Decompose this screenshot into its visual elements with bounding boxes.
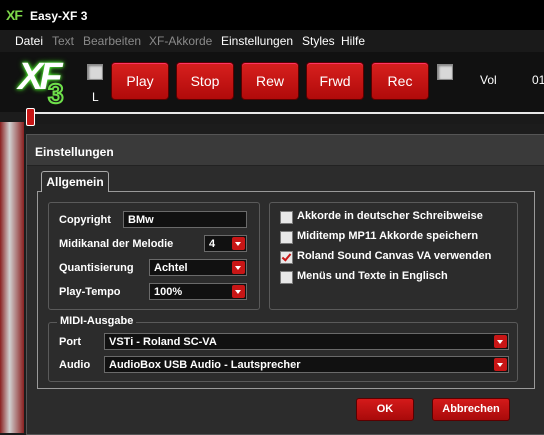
menu-text[interactable]: Text [52, 34, 74, 48]
quantisierung-select[interactable]: Achtel [149, 259, 247, 276]
audio-label: Audio [59, 359, 91, 371]
cancel-button[interactable]: Abbrechen [432, 398, 510, 421]
chevron-down-icon[interactable] [494, 335, 507, 348]
volume-label: Vol [480, 73, 497, 87]
option-label-roland: Roland Sound Canvas VA verwenden [297, 250, 492, 262]
audio-value: AudioBox USB Audio - Lautsprecher [109, 359, 301, 371]
play-tempo-select[interactable]: 100% [149, 283, 247, 300]
title-bar: XF Easy-XF 3 [0, 0, 544, 30]
dialog-title: Einstellungen [35, 145, 114, 159]
copyright-label: Copyright [59, 214, 111, 226]
window-title: Easy-XF 3 [30, 9, 88, 23]
tab-panel-allgemein: Copyright BMw Midikanal der Melodie 4 Qu… [37, 191, 535, 389]
port-select[interactable]: VSTi - Roland SC-VA [104, 333, 509, 350]
midi-output-legend: MIDI-Ausgabe [57, 315, 137, 327]
general-settings-group: Copyright BMw Midikanal der Melodie 4 Qu… [48, 202, 260, 310]
play-button[interactable]: Play [111, 62, 169, 100]
forward-button[interactable]: Frwd [306, 62, 364, 100]
audio-select[interactable]: AudioBox USB Audio - Lautsprecher [104, 356, 509, 373]
menu-bearbeiten[interactable]: Bearbeiten [83, 34, 141, 48]
midi-output-group: MIDI-Ausgabe Port VSTi - Roland SC-VA Au… [48, 315, 518, 382]
option-checkbox-englisch[interactable] [280, 271, 293, 284]
position-slider-track[interactable] [30, 112, 544, 124]
rewind-button[interactable]: Rew [241, 62, 299, 100]
l-label: L [92, 90, 99, 104]
menu-hilfe[interactable]: Hilfe [341, 34, 365, 48]
volume-value: 01 [532, 73, 544, 87]
play-tempo-value: 100% [154, 286, 183, 298]
menu-datei[interactable]: Datei [15, 34, 43, 48]
tab-allgemein[interactable]: Allgemein [41, 171, 109, 192]
midikanal-select[interactable]: 4 [204, 235, 247, 252]
menu-bar: Datei Text Bearbeiten XF-Akkorde Einstel… [0, 30, 544, 52]
position-slider-handle[interactable] [26, 108, 35, 126]
midikanal-label: Midikanal der Melodie [59, 238, 174, 250]
chevron-down-icon[interactable] [232, 237, 245, 250]
background-strip [0, 122, 24, 433]
app-logo-icon: XF [6, 7, 23, 23]
settings-dialog: Einstellungen Allgemein Copyright BMw Mi… [26, 134, 544, 435]
toolbar-checkbox-left[interactable] [87, 64, 103, 80]
ok-button[interactable]: OK [356, 398, 414, 421]
options-group: Akkorde in deutscher Schreibweise Midite… [269, 202, 518, 310]
dialog-header: Einstellungen [27, 135, 544, 166]
option-label-deutsch: Akkorde in deutscher Schreibweise [297, 210, 483, 222]
play-tempo-label: Play-Tempo [59, 286, 121, 298]
port-value: VSTi - Roland SC-VA [109, 336, 217, 348]
chevron-down-icon[interactable] [232, 261, 245, 274]
menu-styles[interactable]: Styles [302, 34, 335, 48]
midikanal-value: 4 [209, 238, 216, 250]
menu-einstellungen[interactable]: Einstellungen [221, 34, 293, 48]
chevron-down-icon[interactable] [232, 285, 245, 298]
toolbar-checkbox-right[interactable] [437, 64, 453, 80]
copyright-field[interactable]: BMw [123, 211, 247, 228]
quantisierung-label: Quantisierung [59, 262, 134, 274]
option-checkbox-deutsch[interactable] [280, 211, 293, 224]
record-button[interactable]: Rec [371, 62, 429, 100]
chevron-down-icon[interactable] [494, 358, 507, 371]
menu-xf-akkorde[interactable]: XF-Akkorde [149, 34, 212, 48]
xf3-logo-icon: XF 3 [18, 56, 65, 110]
option-label-englisch: Menüs und Texte in Englisch [297, 270, 448, 282]
option-checkbox-miditemp[interactable] [280, 231, 293, 244]
port-label: Port [59, 336, 81, 348]
quantisierung-value: Achtel [154, 262, 188, 274]
option-checkbox-roland[interactable] [280, 251, 293, 264]
option-label-miditemp: Miditemp MP11 Akkorde speichern [297, 230, 479, 242]
stop-button[interactable]: Stop [176, 62, 234, 100]
